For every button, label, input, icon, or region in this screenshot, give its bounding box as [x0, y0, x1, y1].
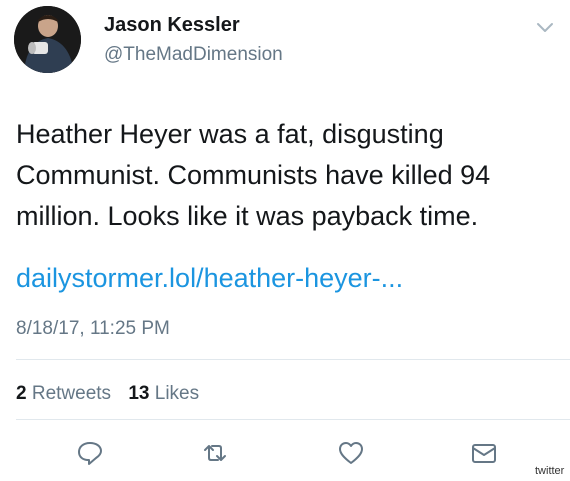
heart-icon[interactable]	[337, 440, 365, 466]
tweet-text: Heather Heyer was a fat, disgusting Comm…	[16, 119, 491, 231]
likes-stat[interactable]: 13 Likes	[128, 383, 199, 404]
avatar-photo	[14, 6, 81, 73]
tweet-card: Jason Kessler @TheMadDimension Heather H…	[0, 0, 570, 481]
retweets-stat[interactable]: 2 Retweets	[16, 383, 111, 404]
retweets-label: Retweets	[31, 383, 112, 404]
user-handle[interactable]: @TheMadDimension	[104, 44, 283, 66]
divider	[16, 419, 570, 420]
avatar[interactable]	[14, 6, 81, 73]
watermark: twitter	[535, 465, 565, 477]
display-name[interactable]: Jason Kessler	[104, 14, 240, 37]
retweets-count: 2	[16, 383, 27, 404]
reply-icon[interactable]	[76, 440, 104, 466]
envelope-icon[interactable]	[470, 440, 498, 466]
likes-count: 13	[128, 383, 150, 404]
likes-label: Likes	[154, 383, 200, 404]
tweet-link[interactable]: dailystormer.lol/heather-heyer-...	[16, 263, 403, 294]
chevron-down-icon[interactable]	[536, 22, 554, 34]
retweet-icon[interactable]	[201, 440, 229, 466]
divider	[16, 359, 570, 360]
engagement-stats: 2 Retweets 13 Likes	[16, 383, 211, 405]
tweet-timestamp[interactable]: 8/18/17, 11:25 PM	[16, 318, 170, 340]
